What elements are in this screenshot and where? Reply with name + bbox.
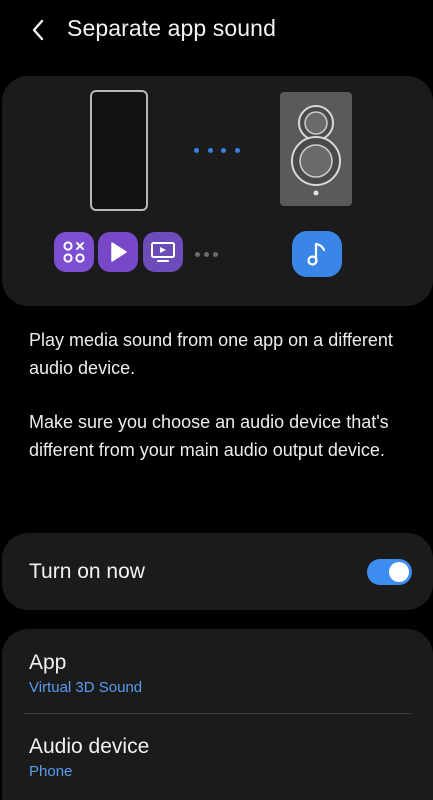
turn-on-now-switch[interactable] xyxy=(367,559,412,585)
screen-cast-icon xyxy=(143,232,183,272)
app-setting-item[interactable]: App Virtual 3D Sound xyxy=(2,629,433,713)
connection-dot xyxy=(194,148,199,153)
switch-knob xyxy=(389,562,409,582)
turn-on-now-row[interactable]: Turn on now xyxy=(2,533,433,610)
apps-grid-icon xyxy=(54,232,94,272)
turn-on-now-label: Turn on now xyxy=(29,560,145,583)
phone-illustration xyxy=(90,90,148,211)
speaker-icon xyxy=(291,105,341,196)
back-button[interactable] xyxy=(22,14,54,46)
connection-dot xyxy=(221,148,226,153)
page-title: Separate app sound xyxy=(67,15,276,41)
illustration-card xyxy=(2,76,433,306)
more-dot xyxy=(195,252,200,257)
play-icon xyxy=(98,232,138,272)
description-paragraph-2: Make sure you choose an audio device tha… xyxy=(29,412,389,460)
audio-device-setting-title: Audio device xyxy=(29,735,150,758)
connection-dot xyxy=(235,148,240,153)
more-dot xyxy=(213,252,218,257)
app-setting-value: Virtual 3D Sound xyxy=(29,679,143,696)
audio-device-setting-item[interactable]: Audio device Phone xyxy=(2,714,433,798)
app-setting-title: App xyxy=(29,651,67,674)
connection-dot xyxy=(208,148,213,153)
description-paragraph-1: Play media sound from one app on a diffe… xyxy=(29,330,393,378)
header: Separate app sound xyxy=(0,0,433,58)
more-dot xyxy=(204,252,209,257)
chevron-left-icon xyxy=(32,19,44,41)
settings-list: App Virtual 3D Sound Audio device Phone xyxy=(2,629,433,800)
audio-device-setting-value: Phone xyxy=(29,763,73,780)
speaker-illustration xyxy=(280,92,352,206)
music-note-icon xyxy=(292,231,342,277)
separate-app-sound-screen: Separate app sound Play media sound from… xyxy=(0,0,433,800)
